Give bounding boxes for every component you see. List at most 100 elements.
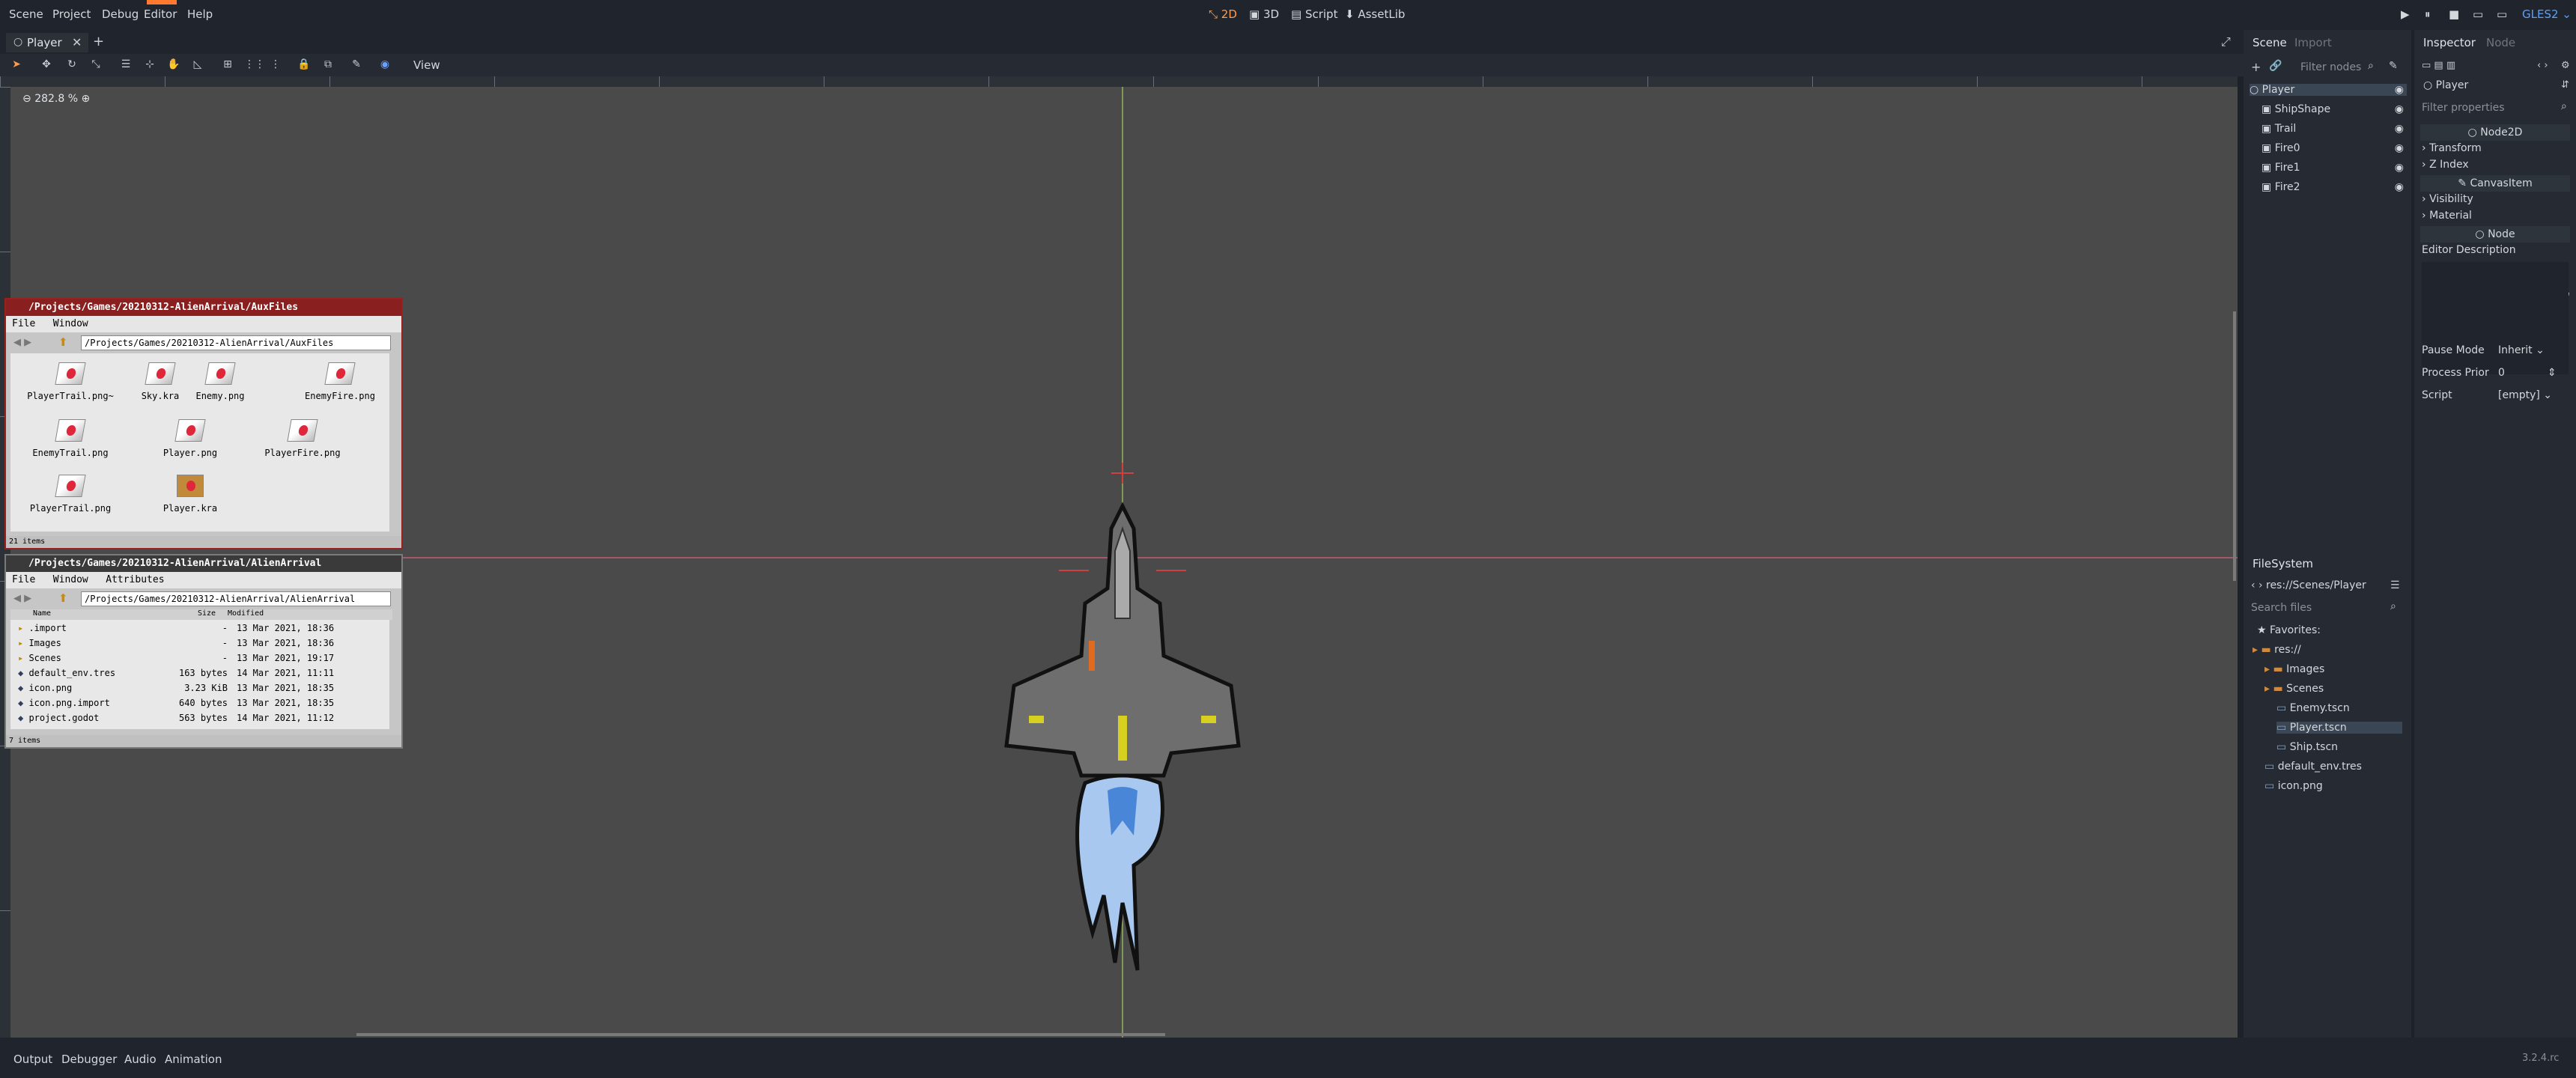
- scene-tree-node[interactable]: ▣ Fire0 ◉: [2261, 142, 2407, 154]
- tab-audio[interactable]: Audio: [124, 1053, 157, 1066]
- pause-icon[interactable]: ⏸: [2425, 7, 2431, 21]
- visibility-icon[interactable]: ◉: [2395, 123, 2404, 135]
- up-icon[interactable]: ⬆: [58, 591, 68, 605]
- prop-transform[interactable]: › Transform: [2422, 142, 2482, 154]
- fm1-menu-file[interactable]: File: [12, 318, 35, 329]
- link-icon[interactable]: 🔗: [2269, 60, 2282, 72]
- header-size[interactable]: Size: [198, 609, 216, 618]
- file-icon-item[interactable]: Sky.kra: [130, 362, 190, 401]
- menu-editor[interactable]: Editor: [144, 7, 177, 21]
- pause-mode-select[interactable]: Inherit ⌄: [2498, 344, 2545, 356]
- split-view-icon[interactable]: ☰: [2390, 579, 2400, 591]
- tab-import[interactable]: Import: [2294, 36, 2332, 49]
- pan-tool-icon[interactable]: ✋: [166, 57, 181, 72]
- tab-inspector[interactable]: Inspector: [2423, 36, 2476, 49]
- resource-buttons[interactable]: ▭ ▤ ▥: [2422, 60, 2455, 71]
- script-select[interactable]: [empty] ⌄: [2498, 389, 2552, 401]
- fm1-title[interactable]: /Projects/Games/20210312-AlienArrival/Au…: [6, 299, 401, 316]
- spaceship-sprite[interactable]: [984, 416, 1269, 1000]
- zoom-control[interactable]: ⊖ 282.8 % ⊕: [22, 93, 90, 105]
- group-icon[interactable]: ⧉: [321, 57, 335, 72]
- lock-icon[interactable]: 🔒: [297, 57, 312, 72]
- tab-output[interactable]: Output: [13, 1053, 52, 1066]
- view-menu[interactable]: View: [413, 58, 440, 72]
- fm2-menu-attributes[interactable]: Attributes: [106, 574, 164, 585]
- file-icon-item[interactable]: PlayerTrail.png~: [18, 362, 123, 401]
- snap-grid-icon[interactable]: ⋮⋮: [244, 57, 265, 72]
- fm2-list-row[interactable]: ▸ .import -13 Mar 2021, 18:36: [18, 623, 392, 633]
- filesystem-item[interactable]: ▸ ▬ res://: [2253, 644, 2402, 656]
- fm2-menu-window[interactable]: Window: [53, 574, 88, 585]
- filesystem-item[interactable]: ▭ default_env.tres: [2264, 761, 2402, 773]
- fm1-menu-window[interactable]: Window: [53, 318, 88, 329]
- play-scene-icon[interactable]: ▭: [2473, 7, 2483, 21]
- nav-back-icon[interactable]: ‹ ›: [2251, 579, 2263, 591]
- file-icon-item[interactable]: EnemyTrail.png: [18, 419, 123, 458]
- object-menu-icon[interactable]: ⇵: [2561, 79, 2569, 91]
- renderer-select[interactable]: GLES2 ⌄: [2522, 7, 2572, 21]
- distraction-free-icon[interactable]: ⤢: [2221, 34, 2231, 49]
- fm2-list-row[interactable]: ◆ icon.png 3.23 KiB 13 Mar 2021, 18:35: [18, 683, 392, 693]
- fm2-list-row[interactable]: ◆ project.godot 563 bytes 14 Mar 2021, 11:…: [18, 713, 392, 723]
- visibility-icon[interactable]: ◉: [2395, 84, 2404, 96]
- zoom-in-icon[interactable]: ⊕: [81, 93, 90, 105]
- snap-smart-icon[interactable]: ⊞: [220, 57, 235, 72]
- rotate-tool-icon[interactable]: ↻: [64, 57, 79, 72]
- process-prior-spin[interactable]: 0 ⇕: [2498, 367, 2557, 379]
- back-icon[interactable]: ◀ ▶: [13, 337, 31, 348]
- scale-tool-icon[interactable]: ⤡: [88, 57, 103, 72]
- visibility-icon[interactable]: ◉: [2395, 103, 2404, 115]
- filesystem-item[interactable]: ▸ ▬ Images: [2264, 663, 2402, 675]
- filesystem-item[interactable]: ▭ Player.tscn: [2276, 722, 2402, 734]
- mode-script-button[interactable]: ▤ Script: [1291, 7, 1337, 21]
- tab-animation[interactable]: Animation: [165, 1053, 222, 1066]
- back-icon[interactable]: ◀ ▶: [13, 593, 31, 604]
- fm2-menu-file[interactable]: File: [12, 574, 35, 585]
- select-tool-icon[interactable]: ➤: [9, 57, 24, 72]
- file-icon-item[interactable]: EnemyFire.png: [288, 362, 392, 401]
- camera-icon[interactable]: ◉: [377, 57, 392, 72]
- filesystem-item[interactable]: ▸ ▬ Scenes: [2264, 683, 2402, 695]
- menu-project[interactable]: Project: [52, 7, 91, 21]
- script-icon[interactable]: ✎: [2389, 60, 2398, 72]
- scene-tree-node[interactable]: ○ Player ◉: [2250, 84, 2407, 96]
- file-icon-item[interactable]: Enemy.png: [190, 362, 250, 401]
- file-icon-item[interactable]: Player.png: [130, 419, 250, 458]
- tab-scene[interactable]: Scene: [2253, 36, 2287, 49]
- scene-tree-node[interactable]: ▣ Trail ◉: [2261, 123, 2407, 135]
- scene-tree-node[interactable]: ▣ Fire2 ◉: [2261, 181, 2407, 193]
- fm2-title[interactable]: /Projects/Games/20210312-AlienArrival/Al…: [6, 555, 401, 572]
- tools-icon[interactable]: ⚙: [2561, 60, 2570, 71]
- file-icon-item[interactable]: PlayerFire.png: [243, 419, 362, 458]
- prop-visibility[interactable]: › Visibility: [2422, 193, 2473, 205]
- fm2-path-input[interactable]: /Projects/Games/20210312-AlienArrival/Al…: [81, 591, 391, 606]
- file-icon-item[interactable]: Player.kra: [130, 475, 250, 514]
- header-modified[interactable]: Modified: [228, 609, 264, 618]
- tab-node[interactable]: Node: [2486, 36, 2515, 49]
- scene-tree-node[interactable]: ▣ ShipShape ◉: [2261, 103, 2407, 115]
- prop-zindex[interactable]: › Z Index: [2422, 159, 2469, 171]
- mode-assetlib-button[interactable]: ⬇ AssetLib: [1345, 7, 1405, 21]
- search-files-input[interactable]: Search files: [2251, 602, 2312, 614]
- visibility-icon[interactable]: ◉: [2395, 181, 2404, 193]
- filesystem-item[interactable]: ▭ Enemy.tscn: [2276, 702, 2402, 714]
- file-icon-item[interactable]: PlayerTrail.png: [18, 475, 123, 514]
- tab-player[interactable]: ○ Player ✕: [6, 33, 88, 52]
- visibility-icon[interactable]: ◉: [2395, 162, 2404, 174]
- pivot-tool-icon[interactable]: ⊹: [142, 57, 157, 72]
- fm2-list-row[interactable]: ▸ Scenes -13 Mar 2021, 19:17: [18, 653, 392, 663]
- play-icon[interactable]: ▶: [2401, 7, 2410, 21]
- file-manager-auxfiles[interactable]: /Projects/Games/20210312-AlienArrival/Au…: [4, 298, 403, 549]
- tab-debugger[interactable]: Debugger: [61, 1053, 117, 1066]
- visibility-icon[interactable]: ◉: [2395, 142, 2404, 154]
- menu-scene[interactable]: Scene: [9, 7, 43, 21]
- fm2-list-row[interactable]: ▸ Images -13 Mar 2021, 18:36: [18, 638, 392, 648]
- menu-debug[interactable]: Debug: [102, 7, 139, 21]
- favorites-row[interactable]: ★ Favorites:: [2257, 624, 2321, 636]
- list-tool-icon[interactable]: ☰: [118, 57, 133, 72]
- h-scrollbar[interactable]: [356, 1033, 1165, 1036]
- header-name[interactable]: Name: [33, 609, 51, 618]
- move-tool-icon[interactable]: ✥: [39, 57, 54, 72]
- filter-properties-input[interactable]: Filter properties: [2422, 102, 2505, 114]
- zoom-out-icon[interactable]: ⊖: [22, 93, 31, 105]
